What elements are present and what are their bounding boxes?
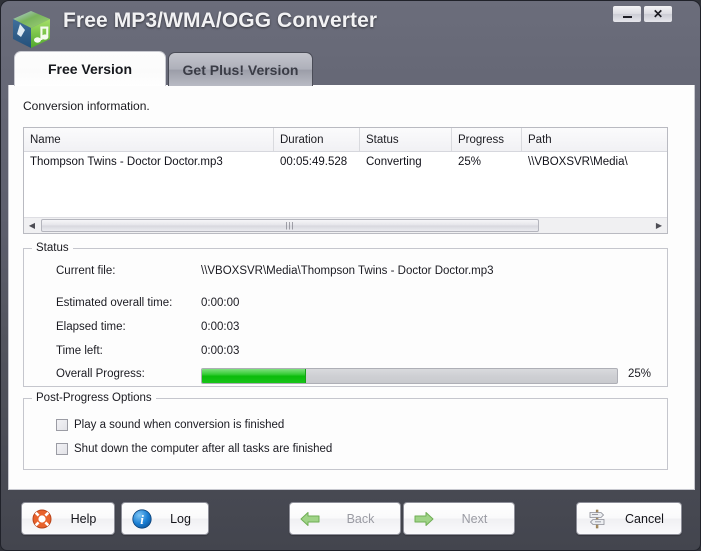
arrow-left-icon [299, 508, 321, 530]
status-row-current-file: Current file: \\VBOXSVR\Media\Thompson T… [24, 265, 667, 283]
status-value: 0:00:03 [201, 345, 240, 357]
help-button[interactable]: Help [21, 502, 115, 535]
post-progress-group-title: Post-Progress Options [32, 392, 156, 404]
conversion-info-label: Conversion information. [23, 99, 150, 113]
button-bar: Help i Log Back Next Cancel [1, 490, 700, 550]
button-label: Help [70, 511, 97, 526]
cell-status: Converting [366, 156, 422, 168]
horizontal-scrollbar[interactable]: ◀ ||| ▶ [24, 217, 667, 233]
status-value: 0:00:03 [201, 321, 240, 333]
checkbox-box-icon[interactable] [56, 443, 68, 455]
checkbox-label: Play a sound when conversion is finished [74, 419, 285, 431]
column-header-duration[interactable]: Duration [274, 128, 360, 151]
status-label: Time left: [56, 345, 103, 357]
svg-text:i: i [140, 512, 144, 527]
signpost-icon [586, 508, 608, 530]
checkbox-box-icon[interactable] [56, 419, 68, 431]
scrollbar-grip-icon: ||| [285, 220, 295, 230]
checkbox-label: Shut down the computer after all tasks a… [74, 443, 333, 455]
progress-percent-label: 25% [628, 368, 652, 380]
table-row[interactable]: Thompson Twins - Doctor Doctor.mp3 00:05… [24, 152, 667, 172]
next-button[interactable]: Next [403, 502, 515, 535]
button-label: Back [346, 511, 375, 526]
cell-progress: 25% [458, 156, 482, 168]
arrow-right-icon [413, 508, 435, 530]
status-row-time-left: Time left: 0:00:03 [24, 345, 667, 363]
status-group-title: Status [32, 242, 73, 254]
button-label: Cancel [625, 511, 664, 526]
scrollbar-thumb[interactable]: ||| [41, 219, 539, 232]
cancel-button[interactable]: Cancel [576, 502, 682, 535]
cell-name: Thompson Twins - Doctor Doctor.mp3 [30, 156, 223, 168]
tab-free-version[interactable]: Free Version [14, 51, 166, 86]
column-header-name[interactable]: Name [24, 128, 274, 151]
scroll-left-arrow-icon[interactable]: ◀ [24, 218, 40, 233]
status-label: Estimated overall time: [56, 297, 173, 309]
status-label: Current file: [56, 265, 116, 277]
checkbox-shut-down[interactable]: Shut down the computer after all tasks a… [56, 441, 332, 457]
status-label: Elapsed time: [56, 321, 126, 333]
application-window: Free MP3/WMA/OGG Converter ✕ Free Versio… [0, 0, 701, 551]
column-header-status[interactable]: Status [360, 128, 452, 151]
button-label: Next [461, 511, 488, 526]
checkbox-play-sound[interactable]: Play a sound when conversion is finished [56, 417, 284, 433]
overall-progress-label: Overall Progress: [56, 368, 145, 380]
close-icon: ✕ [652, 7, 664, 21]
title-bar: Free MP3/WMA/OGG Converter ✕ [1, 1, 700, 48]
status-row-overall-progress: Overall Progress: 25% [24, 368, 667, 386]
cell-duration: 00:05:49.528 [280, 156, 348, 168]
close-button[interactable]: ✕ [643, 5, 673, 23]
list-header-row: Name Duration Status Progress Path [24, 128, 667, 152]
tab-label: Get Plus! Version [182, 61, 299, 78]
minimize-icon [622, 15, 632, 18]
lifebuoy-icon [31, 508, 53, 530]
music-cube-icon [10, 8, 54, 52]
status-value: \\VBOXSVR\Media\Thompson Twins - Doctor … [201, 265, 494, 277]
main-panel: Conversion information. Name Duration St… [8, 85, 695, 490]
log-button[interactable]: i Log [121, 502, 209, 535]
status-row-elapsed-time: Elapsed time: 0:00:03 [24, 321, 667, 339]
button-label: Log [170, 511, 191, 526]
scroll-right-arrow-icon[interactable]: ▶ [651, 218, 667, 233]
tab-label: Free Version [47, 61, 133, 77]
column-header-progress[interactable]: Progress [452, 128, 522, 151]
post-progress-options-group: Post-Progress Options Play a sound when … [23, 392, 668, 470]
status-group: Status Current file: \\VBOXSVR\Media\Tho… [23, 242, 668, 387]
window-title: Free MP3/WMA/OGG Converter [63, 9, 378, 32]
progress-fill [202, 369, 306, 383]
info-icon: i [131, 508, 153, 530]
cell-path: \\VBOXSVR\Media\ [528, 156, 628, 168]
back-button[interactable]: Back [289, 502, 401, 535]
tab-bar: Free Version Get Plus! Version [1, 47, 700, 86]
status-value: 0:00:00 [201, 297, 240, 309]
overall-progress-bar [201, 368, 618, 384]
conversion-list[interactable]: Name Duration Status Progress Path Thomp… [23, 127, 668, 234]
tab-get-plus-version[interactable]: Get Plus! Version [168, 52, 313, 86]
status-row-estimated-overall-time: Estimated overall time: 0:00:00 [24, 297, 667, 315]
column-header-path[interactable]: Path [522, 128, 667, 151]
minimize-button[interactable] [612, 5, 642, 23]
